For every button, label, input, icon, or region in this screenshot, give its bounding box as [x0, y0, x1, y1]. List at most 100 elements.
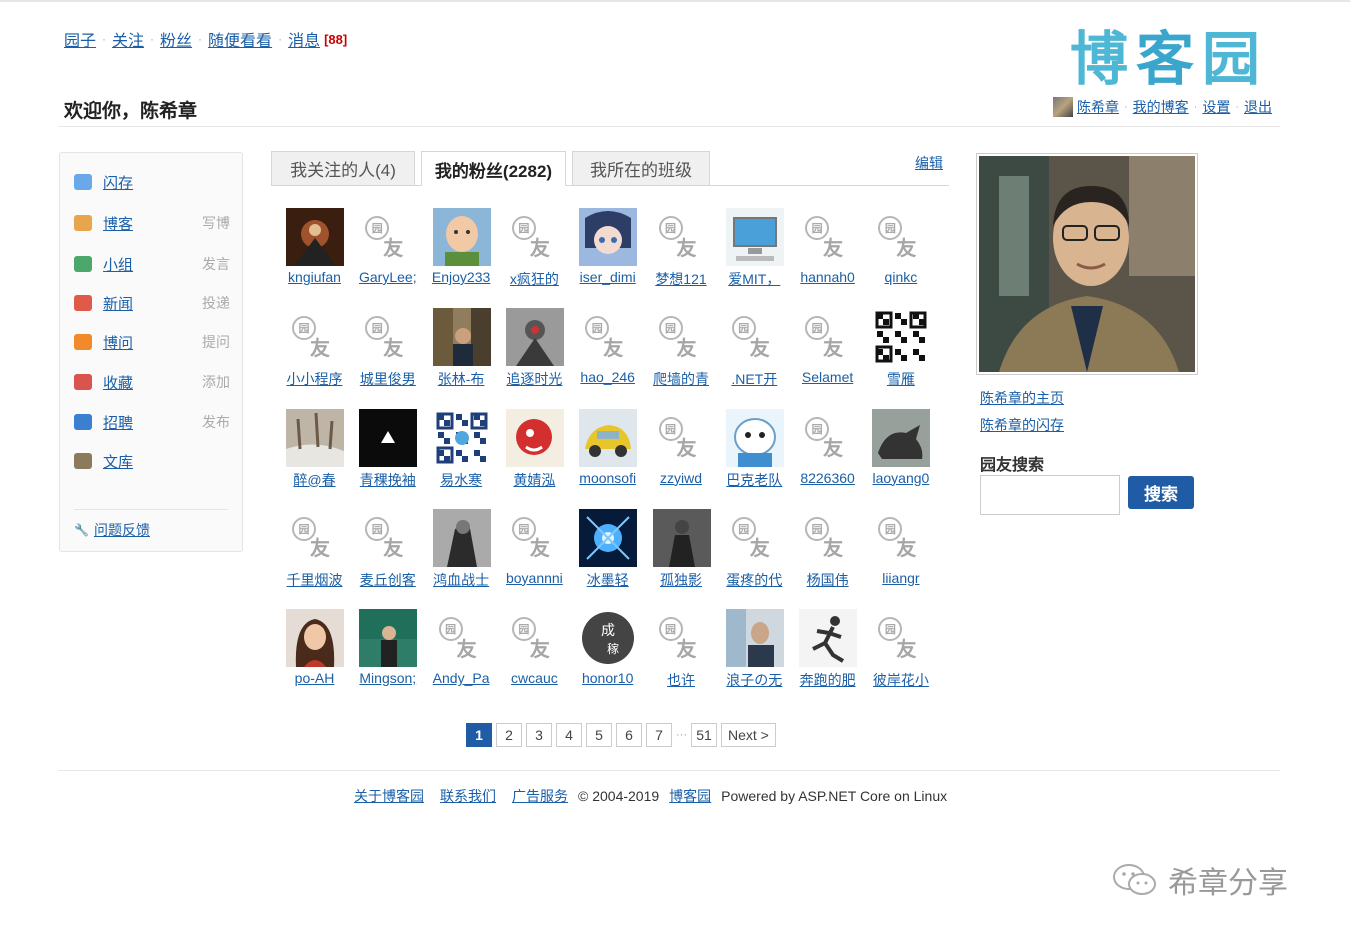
fan-item[interactable]: 园友 hannah0 — [791, 206, 864, 306]
fan-avatar[interactable] — [872, 308, 931, 367]
fan-name[interactable]: honor10 — [571, 670, 644, 686]
message-count-badge[interactable]: [88] — [324, 32, 347, 47]
user-name-link[interactable]: 陈希章 — [1077, 97, 1119, 117]
sidebar-item-6[interactable]: 招聘 发布 — [74, 411, 230, 433]
fan-name[interactable]: 小小程序 — [278, 369, 351, 389]
default-avatar-icon[interactable]: 园友 — [799, 208, 858, 266]
fan-item[interactable]: 园友 zzyiwd — [645, 407, 718, 507]
default-avatar-icon[interactable]: 园友 — [652, 308, 711, 367]
default-avatar-icon[interactable]: 园友 — [652, 208, 711, 266]
default-avatar-icon[interactable]: 园友 — [799, 308, 858, 367]
fan-name[interactable]: x疯狂的 — [498, 269, 571, 289]
fan-item[interactable]: 易水寒 — [425, 407, 498, 507]
page-3[interactable]: 3 — [526, 723, 552, 747]
fan-name[interactable]: 8226360 — [791, 470, 864, 486]
sidebar-item-action[interactable]: 投递 — [202, 293, 230, 313]
fan-avatar[interactable] — [432, 408, 491, 467]
my-blog-link[interactable]: 我的博客 — [1133, 97, 1189, 117]
fan-item[interactable]: 巴克老队 — [718, 407, 791, 507]
footer-ads-link[interactable]: 广告服务 — [512, 786, 568, 806]
default-avatar-icon[interactable]: 园友 — [872, 609, 931, 668]
fan-name[interactable]: 也许 — [645, 670, 718, 690]
fan-item[interactable]: 园友也许 — [645, 607, 718, 707]
fan-item[interactable]: 园友 8226360 — [791, 407, 864, 507]
fan-name[interactable]: 城里俊男 — [351, 369, 424, 389]
sidebar-item-label[interactable]: 小组 — [103, 254, 133, 275]
fan-name[interactable]: cwcauc — [498, 670, 571, 686]
fan-item[interactable]: 园友梦想121 — [645, 206, 718, 306]
fan-name[interactable]: 蛋疼的代 — [718, 570, 791, 590]
fan-name[interactable]: laoyang0 — [864, 470, 937, 486]
profile-home-link[interactable]: 陈希章的主页 — [980, 388, 1064, 408]
fan-item[interactable]: 园友蛋疼的代 — [718, 507, 791, 607]
nav-follow[interactable]: 关注 — [112, 27, 144, 51]
sidebar-item-action[interactable]: 添加 — [202, 372, 230, 392]
user-avatar-icon[interactable] — [1052, 97, 1073, 117]
fan-item[interactable]: iser_dimi — [571, 206, 644, 306]
fan-item[interactable]: 青稞挽袖 — [351, 407, 424, 507]
sidebar-item-5[interactable]: 收藏 添加 — [74, 371, 230, 393]
fan-item[interactable]: kngiufan — [278, 206, 351, 306]
footer-contact-link[interactable]: 联系我们 — [440, 786, 496, 806]
fan-avatar[interactable] — [725, 208, 784, 266]
page-last[interactable]: 51 — [691, 723, 717, 747]
fan-item[interactable]: 园友 cwcauc — [498, 607, 571, 707]
fan-name[interactable]: Selamet — [791, 369, 864, 385]
default-avatar-icon[interactable]: 园友 — [579, 308, 638, 367]
fan-name[interactable]: 孤独影 — [645, 570, 718, 590]
fan-avatar[interactable] — [432, 308, 491, 367]
fan-item[interactable]: 园友 liiangr — [864, 507, 937, 607]
fan-item[interactable]: 园友爬墙的青 — [645, 306, 718, 406]
fan-name[interactable]: hannah0 — [791, 269, 864, 285]
fan-item[interactable]: 张林-布 — [425, 306, 498, 406]
default-avatar-icon[interactable]: 园友 — [359, 308, 418, 367]
default-avatar-icon[interactable]: 园友 — [505, 208, 564, 266]
fan-item[interactable]: laoyang0 — [864, 407, 937, 507]
fan-name[interactable]: 黄婧泓 — [498, 470, 571, 490]
default-avatar-icon[interactable]: 园友 — [505, 508, 564, 567]
fan-name[interactable]: kngiufan — [278, 269, 351, 285]
fan-name[interactable]: 彼岸花小 — [864, 670, 937, 690]
fan-item[interactable]: 爱MIT， — [718, 206, 791, 306]
edit-link[interactable]: 编辑 — [915, 153, 943, 173]
fan-name[interactable]: 冰墨轻 — [571, 570, 644, 590]
sidebar-item-label[interactable]: 招聘 — [103, 412, 133, 433]
fan-item[interactable]: 园友城里俊男 — [351, 306, 424, 406]
profile-photo[interactable] — [976, 153, 1198, 375]
page-7[interactable]: 7 — [646, 723, 672, 747]
default-avatar-icon[interactable]: 园友 — [799, 508, 858, 567]
fan-item[interactable]: 园友 boyannni — [498, 507, 571, 607]
nav-messages[interactable]: 消息 — [288, 27, 320, 51]
fan-item[interactable]: 园友 Selamet — [791, 306, 864, 406]
sidebar-item-2[interactable]: 小组 发言 — [74, 253, 230, 275]
sidebar-item-action[interactable]: 写博 — [202, 213, 230, 233]
default-avatar-icon[interactable]: 园友 — [652, 408, 711, 467]
fan-name[interactable]: 易水寒 — [425, 470, 498, 490]
tab-my-fans[interactable]: 我的粉丝(2282) — [421, 151, 566, 186]
fan-avatar[interactable] — [799, 609, 858, 668]
fan-name[interactable]: 麦丘创客 — [351, 570, 424, 590]
fan-name[interactable]: 巴克老队 — [718, 470, 791, 490]
fan-name[interactable]: iser_dimi — [571, 269, 644, 285]
fan-name[interactable]: Enjoy233 — [425, 269, 498, 285]
fan-name[interactable]: 爬墙的青 — [645, 369, 718, 389]
fan-item[interactable]: 追逐时光 — [498, 306, 571, 406]
page-6[interactable]: 6 — [616, 723, 642, 747]
sidebar-item-7[interactable]: 文库 — [74, 450, 230, 472]
default-avatar-icon[interactable]: 园友 — [652, 609, 711, 668]
fan-avatar[interactable] — [505, 308, 564, 367]
page-4[interactable]: 4 — [556, 723, 582, 747]
default-avatar-icon[interactable]: 园友 — [359, 208, 418, 266]
fan-name[interactable]: GaryLee; — [351, 269, 424, 285]
fan-item[interactable]: 园友 hao_246 — [571, 306, 644, 406]
feedback-link[interactable]: 问题反馈 — [94, 520, 150, 540]
fan-item[interactable]: 园友彼岸花小 — [864, 607, 937, 707]
default-avatar-icon[interactable]: 园友 — [505, 609, 564, 668]
fan-avatar[interactable] — [872, 408, 931, 467]
fan-name[interactable]: 张林-布 — [425, 369, 498, 389]
fan-name[interactable]: 浪子の无 — [718, 670, 791, 690]
sidebar-item-action[interactable]: 发布 — [202, 412, 230, 432]
fan-item[interactable]: 醉@春 — [278, 407, 351, 507]
fan-item[interactable]: 浪子の无 — [718, 607, 791, 707]
fan-item[interactable]: 园友千里烟波 — [278, 507, 351, 607]
